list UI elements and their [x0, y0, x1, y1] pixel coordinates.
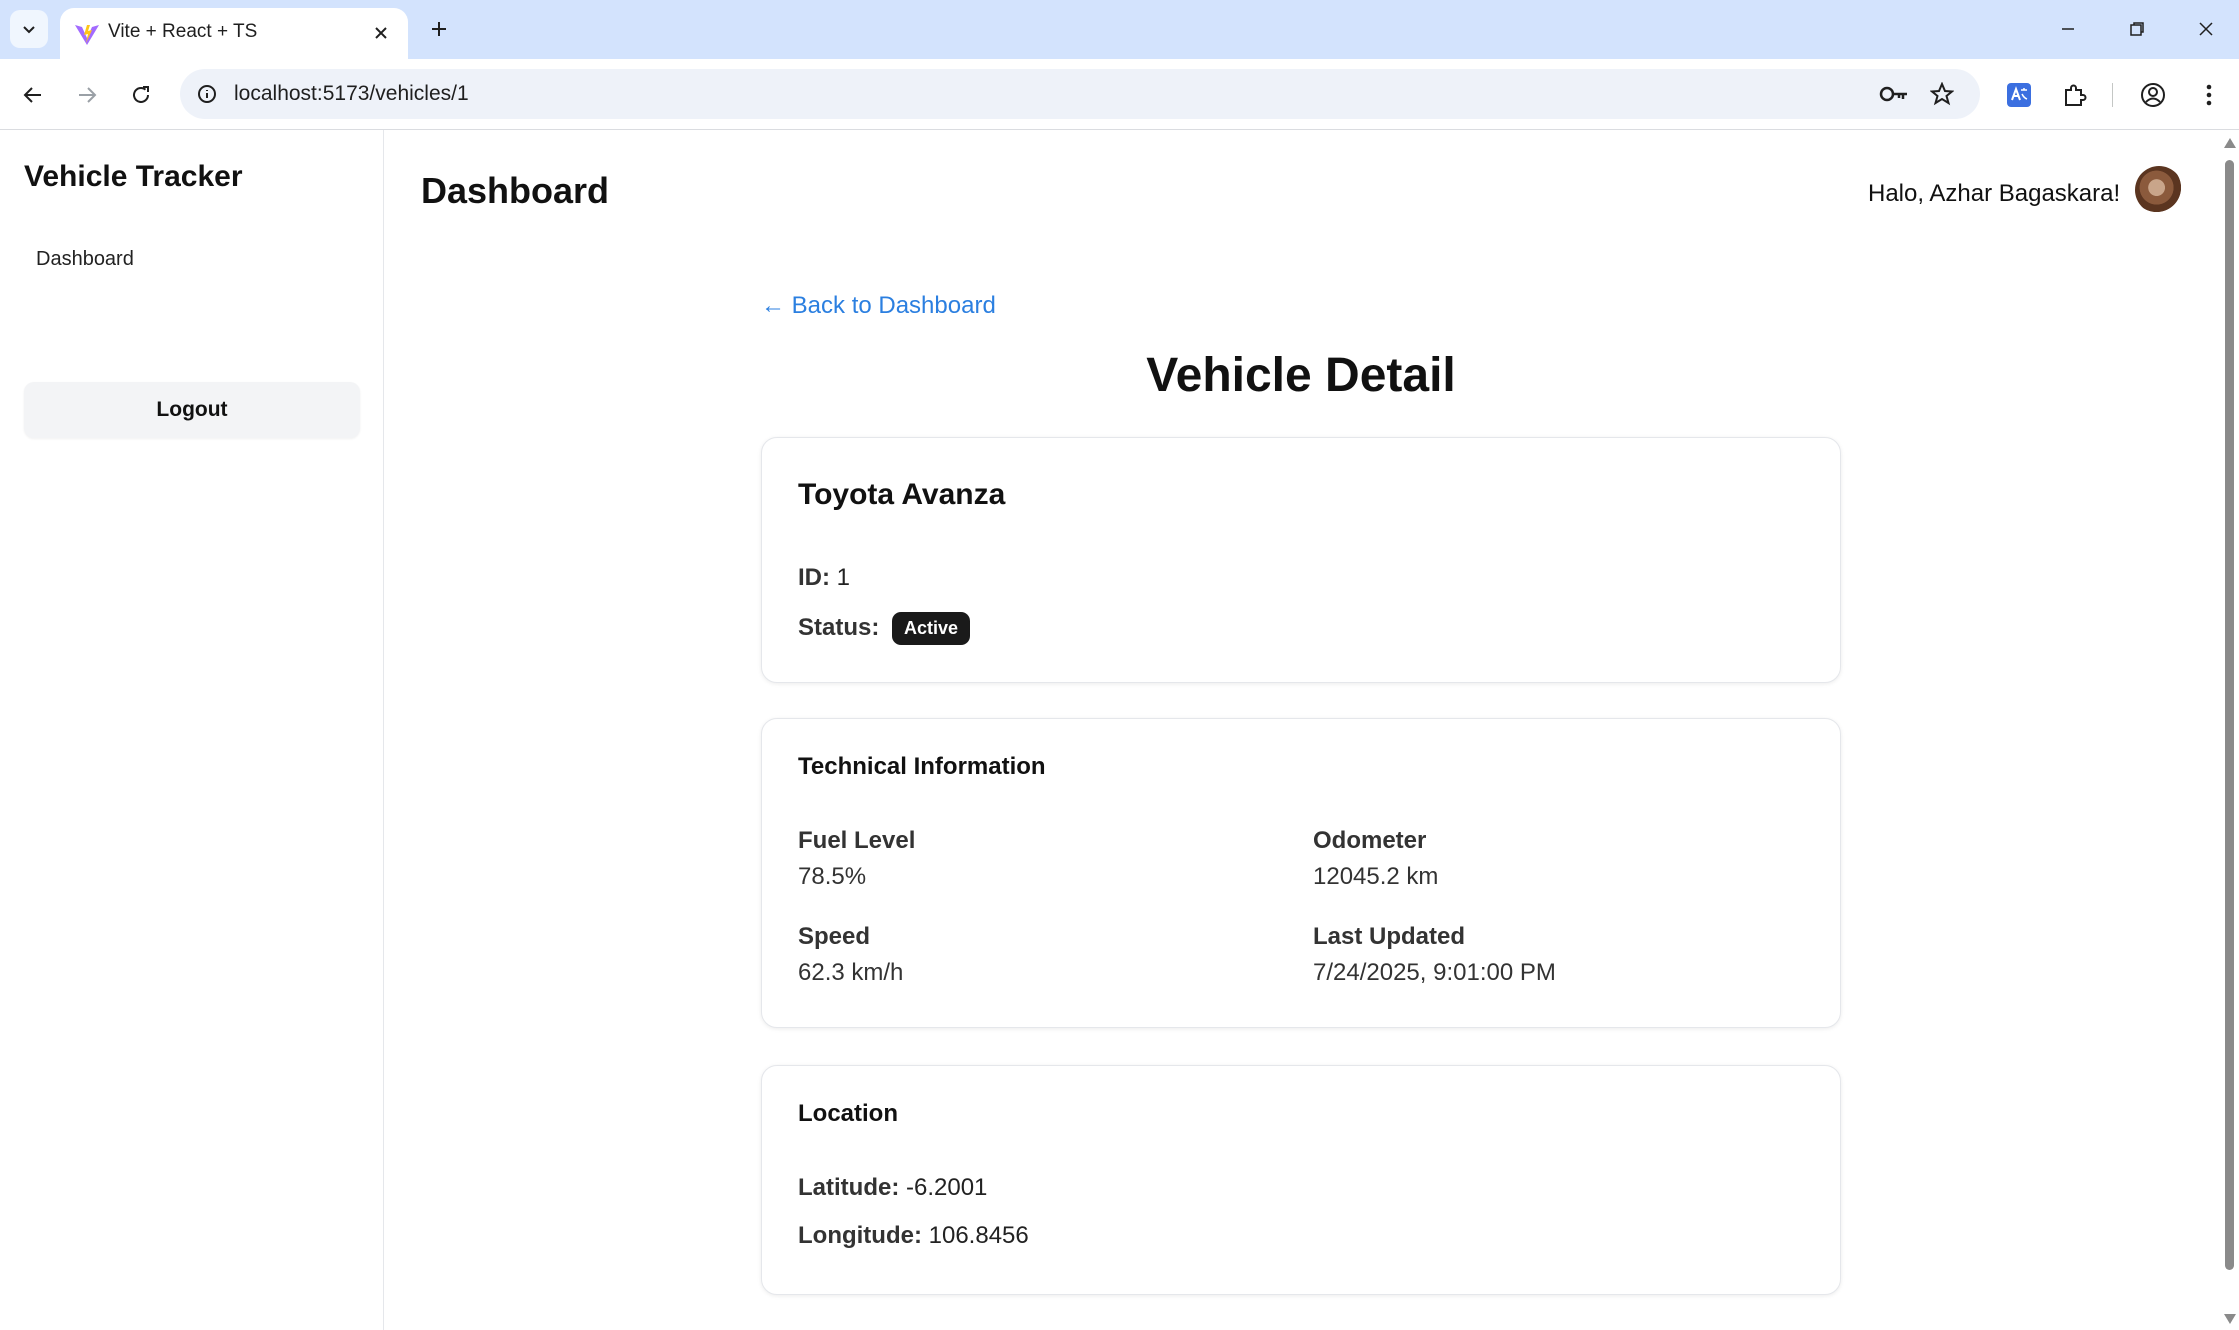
tab-title: Vite + React + TS — [108, 21, 258, 42]
user-greeting: Halo, Azhar Bagaskara! — [1868, 180, 2121, 207]
main-content: Dashboard Halo, Azhar Bagaskara! ← Back … — [385, 130, 2220, 1330]
restore-icon — [2130, 22, 2144, 36]
puzzle-icon — [2065, 84, 2087, 106]
vehicle-name: Toyota Avanza — [798, 478, 1006, 511]
odometer-value: 12045.2 km — [1313, 863, 1439, 890]
avatar[interactable] — [2135, 166, 2183, 214]
minimize-button[interactable] — [2043, 10, 2093, 48]
back-button[interactable] — [14, 76, 52, 114]
site-info-icon[interactable] — [192, 79, 222, 109]
arrow-left-icon — [23, 87, 41, 103]
browser-toolbar: localhost:5173/vehicles/1 — [0, 59, 2239, 130]
logout-button[interactable]: Logout — [24, 382, 360, 438]
sidebar: Vehicle Tracker Dashboard Logout — [0, 130, 384, 1330]
status-badge: Active — [892, 612, 971, 645]
password-key-icon[interactable] — [1878, 79, 1910, 109]
extensions-button[interactable] — [2056, 76, 2094, 114]
address-bar[interactable]: localhost:5173/vehicles/1 — [180, 69, 1980, 119]
close-icon — [2199, 22, 2213, 36]
browser-tabstrip: Vite + React + TS — [0, 0, 2239, 59]
plus-icon — [432, 22, 446, 36]
reload-button[interactable] — [122, 76, 160, 114]
kebab-menu-icon — [2206, 84, 2212, 106]
translate-icon — [2007, 83, 2031, 107]
scroll-down-arrow[interactable] — [2224, 1314, 2236, 1324]
location-card: Location Latitude: -6.2001 Longitude: 10… — [761, 1065, 1841, 1295]
profile-icon — [2141, 83, 2165, 107]
page-scrollbar[interactable] — [2220, 130, 2239, 1330]
status-label: Status: — [798, 613, 880, 641]
longitude-value: 106.8456 — [928, 1222, 1029, 1249]
minimize-icon — [2062, 28, 2074, 30]
longitude-row: Longitude: 106.8456 — [798, 1222, 1029, 1250]
longitude-label: Longitude: — [798, 1222, 922, 1249]
scroll-thumb[interactable] — [2225, 160, 2234, 1270]
last-updated-value: 7/24/2025, 9:01:00 PM — [1313, 959, 1556, 986]
restore-button[interactable] — [2112, 10, 2162, 48]
app-brand: Vehicle Tracker — [24, 160, 243, 193]
toolbar-divider — [2112, 83, 2113, 107]
scroll-up-arrow[interactable] — [2224, 138, 2236, 148]
technical-info-card: Technical Information Fuel Level 78.5% O… — [761, 718, 1841, 1028]
id-label: ID: — [798, 564, 830, 591]
vehicle-detail-title: Vehicle Detail — [1146, 349, 1456, 402]
new-tab-button[interactable] — [422, 12, 456, 46]
translate-extension-button[interactable] — [2000, 76, 2038, 114]
last-updated-label: Last Updated — [1313, 923, 1466, 950]
fuel-level-label: Fuel Level — [798, 827, 916, 854]
vehicle-summary-card: Toyota Avanza ID: 1 Status: Active — [761, 437, 1841, 683]
browser-tab-active[interactable]: Vite + React + TS — [60, 8, 408, 59]
arrow-right-icon — [79, 87, 97, 103]
odometer-label: Odometer — [1313, 827, 1427, 854]
page-title: Dashboard — [421, 170, 610, 211]
back-to-dashboard-link[interactable]: ← Back to Dashboard — [761, 292, 996, 320]
close-tab-icon[interactable] — [368, 20, 394, 46]
id-value: 1 — [836, 564, 851, 591]
forward-button[interactable] — [68, 76, 106, 114]
url-text[interactable]: localhost:5173/vehicles/1 — [234, 82, 469, 106]
fuel-level-value: 78.5% — [798, 863, 867, 890]
speed-value: 62.3 km/h — [798, 959, 904, 986]
profile-button[interactable] — [2134, 76, 2172, 114]
vite-icon — [75, 25, 99, 45]
reload-icon — [133, 86, 149, 103]
technical-info-heading: Technical Information — [798, 753, 1046, 780]
bookmark-star-icon[interactable] — [1926, 79, 1958, 109]
latitude-row: Latitude: -6.2001 — [798, 1174, 987, 1202]
tab-search-button[interactable] — [10, 10, 48, 48]
close-window-button[interactable] — [2181, 10, 2231, 48]
speed-label: Speed — [798, 923, 871, 950]
latitude-value: -6.2001 — [906, 1174, 988, 1201]
location-heading: Location — [798, 1100, 898, 1127]
sidebar-item-dashboard[interactable]: Dashboard — [36, 248, 134, 271]
chevron-down-icon — [23, 26, 35, 34]
latitude-label: Latitude: — [798, 1174, 900, 1201]
vehicle-id-row: ID: 1 — [798, 564, 850, 592]
menu-button[interactable] — [2190, 76, 2228, 114]
vehicle-status-row: Status: Active — [798, 612, 971, 645]
